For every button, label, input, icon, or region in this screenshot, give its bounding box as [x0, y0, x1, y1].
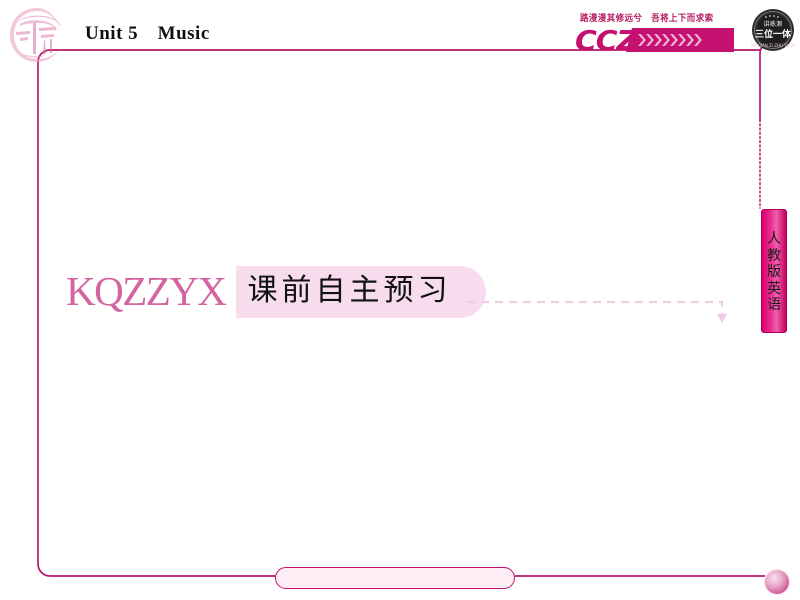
seal-main-text: 三位一体	[754, 30, 791, 40]
subject-tab[interactable]: 人 教 版 英 语	[761, 209, 787, 333]
page-title: Unit 5 Music	[85, 23, 210, 44]
rounded-pill-divider-icon	[275, 567, 515, 589]
subject-tab-char-1: 人	[767, 231, 781, 248]
slide-page: Unit 5 Music 路漫漫其修远兮 吾将上下而求索 CCZL 讲练测 三位…	[0, 0, 800, 600]
section-banner: 课前自主预习	[235, 266, 486, 318]
section-title: 课前自主预习	[247, 273, 452, 308]
subject-tab-char-5: 语	[767, 297, 781, 314]
brand-motto: 路漫漫其修远兮 吾将上下而求索	[580, 13, 714, 25]
dashed-arrow-connector-icon	[467, 300, 727, 323]
section-abbr: KQZZYX	[66, 267, 227, 314]
brand-block: 路漫漫其修远兮 吾将上下而求索 CCZL	[572, 12, 742, 60]
brush-stroke-jiang-character-icon	[6, 4, 68, 66]
seal-bottom-text: KE QIAN ZI ZHU YU XI	[751, 43, 795, 48]
subject-tab-char-3: 版	[767, 264, 781, 281]
section-heading: KQZZYX 课前自主预习	[66, 266, 486, 318]
subject-tab-char-2: 教	[767, 247, 781, 264]
subject-tab-char-4: 英	[767, 280, 781, 297]
circular-seal-badge-icon: 讲练测 三位一体 KE QIAN ZI ZHU YU XI	[751, 8, 795, 52]
frame-outline-right-solid	[759, 39, 773, 122]
chevron-arrows-icon	[626, 28, 734, 52]
sphere-bullet-icon	[765, 570, 789, 594]
